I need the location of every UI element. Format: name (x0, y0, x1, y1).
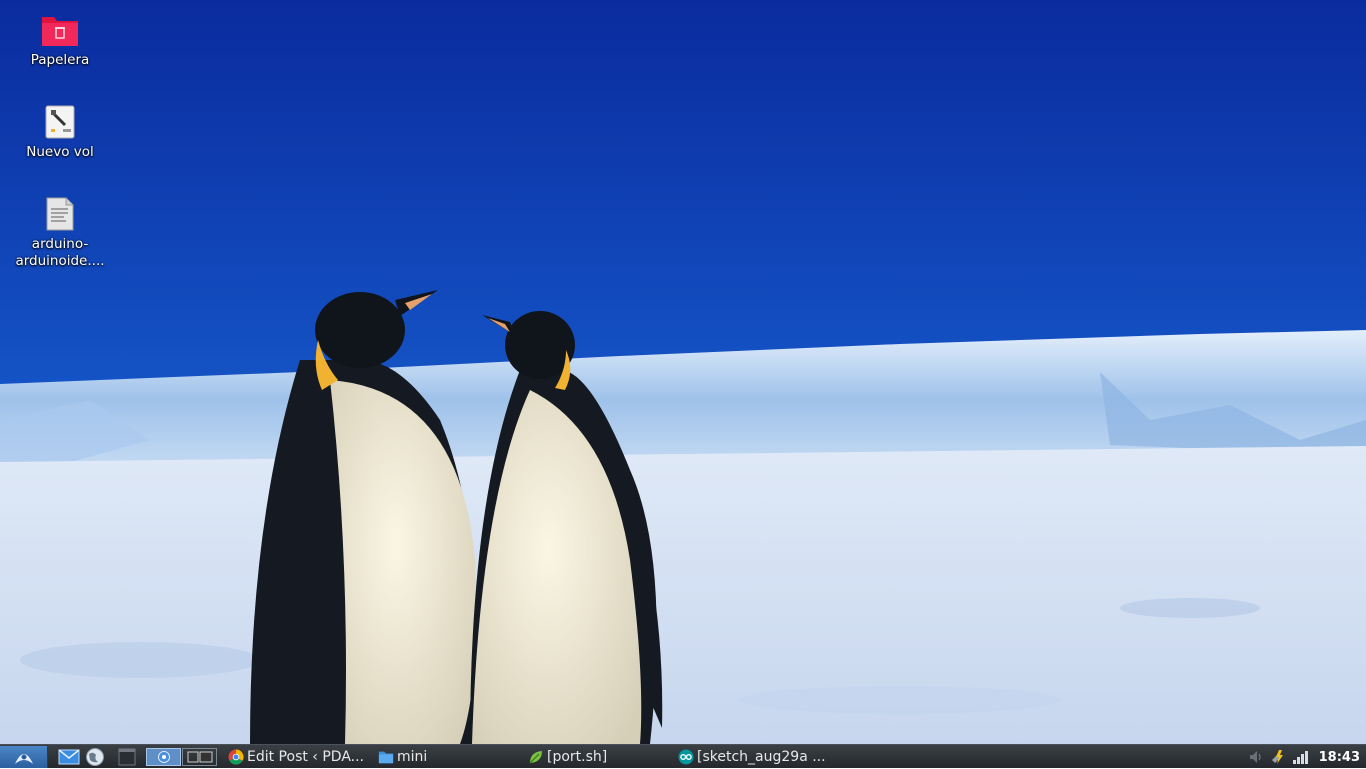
pager-desktop-2[interactable] (182, 747, 217, 766)
task-file-manager[interactable]: mini (374, 746, 524, 768)
usb-drive-icon (40, 102, 80, 142)
start-menu-button[interactable] (0, 745, 48, 768)
desktop-icon-label: Papelera (30, 52, 90, 68)
task-label: mini (397, 748, 428, 765)
window-thumbnail-icon (187, 751, 212, 762)
task-label: [port.sh] (547, 748, 608, 765)
folder-icon (378, 749, 394, 765)
window-icon (118, 748, 136, 765)
system-tray: 18:43 (1245, 745, 1366, 769)
chrome-icon (157, 750, 170, 763)
taskbar: Edit Post ‹ PDA... mini [port.sh] [sketc… (0, 744, 1366, 768)
network-signal-icon[interactable] (1289, 746, 1311, 768)
launcher-email[interactable] (56, 746, 82, 768)
desktop-icon-label: arduino-arduinoide.... (15, 236, 105, 269)
arduino-icon (678, 749, 694, 765)
task-label: Edit Post ‹ PDA... (247, 748, 365, 765)
desktop-icon-nuevo-vol[interactable]: Nuevo vol (5, 102, 115, 161)
task-arduino[interactable]: [sketch_aug29a ... (674, 746, 834, 768)
desktop-pager (146, 747, 218, 766)
power-plug-icon[interactable] (1267, 746, 1289, 768)
desktop-icon-papelera[interactable]: Papelera (5, 10, 115, 69)
desktop-icon-label: Nuevo vol (26, 144, 94, 160)
chrome-icon (228, 749, 244, 765)
task-leafpad[interactable]: [port.sh] (524, 746, 674, 768)
text-file-icon (40, 194, 80, 234)
task-label: [sketch_aug29a ... (697, 748, 826, 765)
desktop-wallpaper (0, 0, 1366, 744)
task-chrome[interactable]: Edit Post ‹ PDA... (224, 746, 374, 768)
desktop-icon-arduino-file[interactable]: arduino-arduinoide.... (5, 194, 115, 270)
pager-desktop-1[interactable] (146, 747, 181, 766)
trash-folder-icon (40, 10, 80, 50)
start-logo-icon (14, 753, 33, 764)
globe-icon (86, 747, 104, 766)
launcher-browser[interactable] (82, 746, 108, 768)
email-icon (58, 748, 80, 764)
launcher-show-desktop[interactable] (114, 746, 140, 768)
clock[interactable]: 18:43 (1311, 750, 1366, 765)
leafpad-icon (528, 749, 544, 765)
volume-icon[interactable] (1245, 746, 1267, 768)
